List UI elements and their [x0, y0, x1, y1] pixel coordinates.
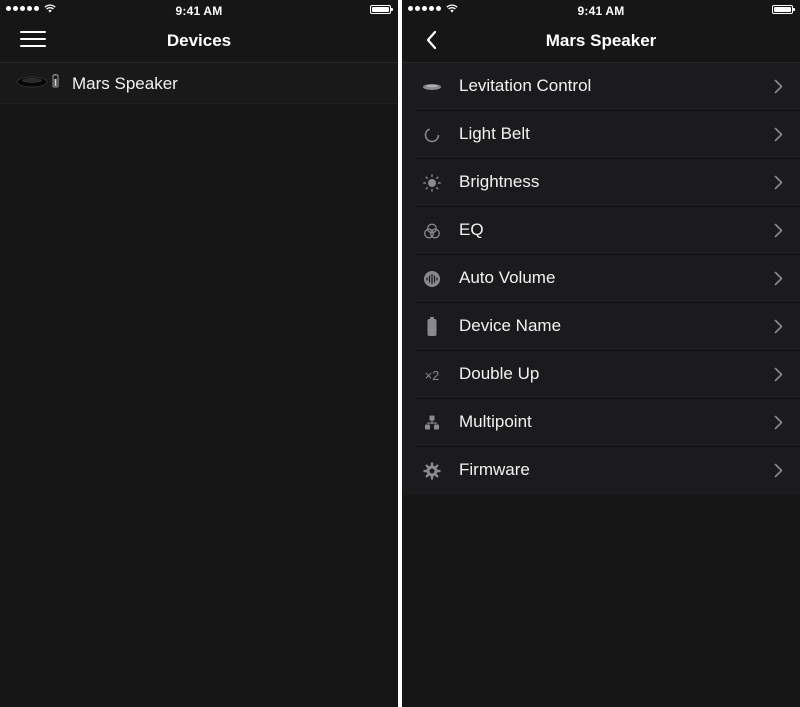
light-belt-icon — [421, 125, 443, 145]
chevron-right-icon — [774, 127, 783, 142]
speaker-device-icon — [16, 74, 59, 88]
gear-icon — [421, 461, 443, 481]
chevron-right-icon — [774, 463, 783, 478]
menu-item-label: Levitation Control — [459, 76, 592, 95]
auto-volume-icon — [421, 269, 443, 289]
brightness-icon — [421, 173, 443, 193]
device-settings-screen: 9:41 AM Mars Speaker Levitation Control … — [402, 0, 800, 707]
menu-item-light-belt[interactable]: Light Belt — [402, 111, 800, 159]
device-name-label: Mars Speaker — [72, 74, 178, 93]
navigation-bar: Mars Speaker — [402, 20, 800, 63]
menu-item-eq[interactable]: EQ — [402, 207, 800, 255]
status-time: 9:41 AM — [175, 4, 223, 18]
chevron-right-icon — [774, 415, 783, 430]
levitation-icon — [421, 77, 443, 97]
menu-item-label: Firmware — [459, 460, 530, 479]
menu-item-multipoint[interactable]: Multipoint — [402, 399, 800, 447]
chevron-right-icon — [774, 223, 783, 238]
menu-item-double-up[interactable]: ×2 Double Up — [402, 351, 800, 399]
menu-item-device-name[interactable]: Device Name — [402, 303, 800, 351]
menu-item-auto-volume[interactable]: Auto Volume — [402, 255, 800, 303]
menu-item-label: Double Up — [459, 364, 540, 383]
chevron-right-icon — [774, 79, 783, 94]
device-name-icon — [421, 317, 443, 337]
battery-icon — [370, 5, 393, 14]
menu-item-brightness[interactable]: Brightness — [402, 159, 800, 207]
page-title: Devices — [166, 31, 232, 50]
battery-icon — [772, 5, 795, 14]
menu-item-label: Auto Volume — [459, 268, 556, 287]
menu-item-label: Device Name — [459, 316, 562, 335]
chevron-right-icon — [774, 319, 783, 334]
settings-list: Levitation Control Light Belt Brightness… — [402, 63, 800, 495]
menu-item-levitation-control[interactable]: Levitation Control — [402, 63, 800, 111]
multipoint-icon — [421, 413, 443, 433]
status-bar: 9:41 AM — [402, 0, 800, 20]
page-title: Mars Speaker — [545, 31, 657, 50]
chevron-right-icon — [774, 367, 783, 382]
device-row-mars-speaker[interactable]: Mars Speaker — [0, 63, 398, 104]
menu-item-label: Brightness — [459, 172, 540, 191]
menu-item-label: Multipoint — [459, 412, 532, 431]
menu-item-label: EQ — [459, 220, 484, 239]
double-up-icon: ×2 — [424, 367, 440, 383]
navigation-bar: Devices — [0, 20, 398, 63]
devices-screen: 9:41 AM Devices Mars Speaker — [0, 0, 398, 707]
eq-icon — [421, 221, 443, 241]
menu-item-label: Light Belt — [459, 124, 530, 143]
status-bar: 9:41 AM — [0, 0, 398, 20]
menu-item-firmware[interactable]: Firmware — [402, 447, 800, 495]
chevron-right-icon — [774, 271, 783, 286]
status-time: 9:41 AM — [577, 4, 625, 18]
chevron-right-icon — [774, 175, 783, 190]
